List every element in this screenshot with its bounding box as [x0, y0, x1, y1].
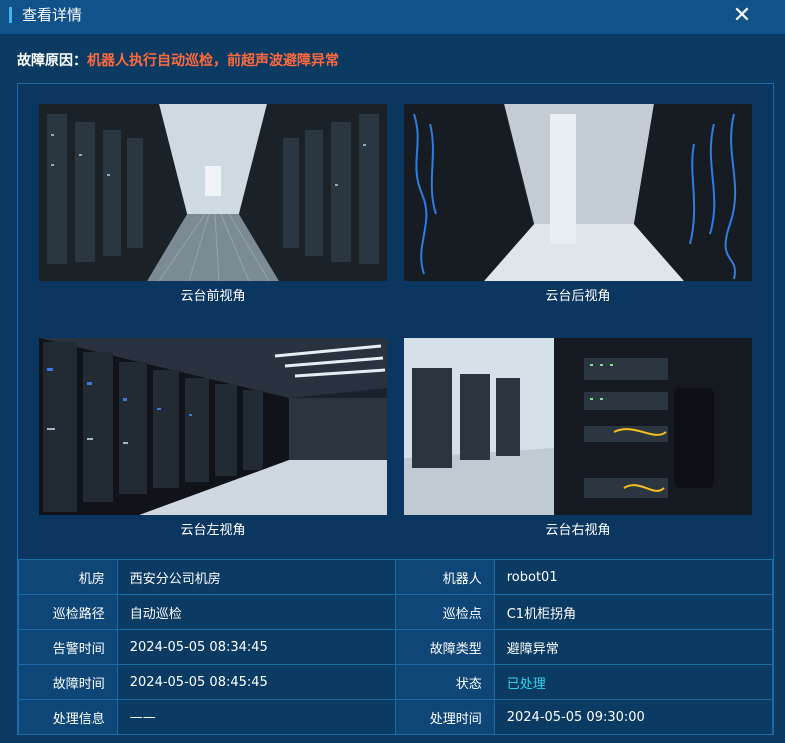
info-table: 机房 西安分公司机房 机器人 robot01 巡检路径 自动巡检 巡检点 C1机… [18, 559, 774, 735]
fault-type-label: 故障类型 [394, 629, 495, 665]
room-label: 机房 [18, 559, 118, 595]
camera-left-caption: 云台左视角 [180, 523, 246, 538]
table-row: 故障时间 2024-05-05 08:45:45 状态 已处理 [18, 664, 774, 700]
camera-right-image[interactable] [404, 338, 752, 515]
fault-time-label: 故障时间 [18, 664, 118, 700]
title-accent-bar [9, 7, 12, 23]
camera-front-caption: 云台前视角 [180, 289, 246, 304]
fault-reason-label: 故障原因： [17, 53, 87, 69]
checkpoint-label: 巡检点 [394, 594, 495, 630]
server-room-front-view [39, 104, 387, 281]
route-label: 巡检路径 [18, 594, 118, 630]
handling-time-label: 处理时间 [394, 699, 495, 735]
detail-panel: 云台前视角 云台后视角 云台左视角 云台右视角 机房 西安分公司机房 机器人 r… [17, 83, 774, 735]
robot-label: 机器人 [394, 559, 495, 595]
room-value: 西安分公司机房 [116, 559, 396, 595]
camera-front-image[interactable] [39, 104, 387, 281]
camera-right-caption: 云台右视角 [545, 523, 611, 538]
status-badge: 已处理 [493, 664, 774, 700]
table-row: 告警时间 2024-05-05 08:34:45 故障类型 避障异常 [18, 629, 774, 665]
route-value: 自动巡检 [116, 594, 396, 630]
alarm-time-value: 2024-05-05 08:34:45 [116, 629, 396, 665]
table-row: 巡检路径 自动巡检 巡检点 C1机柜拐角 [18, 594, 774, 630]
status-label: 状态 [394, 664, 495, 700]
fault-reason-value: 机器人执行自动巡检，前超声波避障异常 [87, 53, 339, 69]
camera-back-caption: 云台后视角 [545, 289, 611, 304]
table-row: 处理信息 —— 处理时间 2024-05-05 09:30:00 [18, 699, 774, 735]
camera-left-image[interactable] [39, 338, 387, 515]
server-room-back-view [404, 104, 752, 281]
fault-type-value: 避障异常 [493, 629, 774, 665]
checkpoint-value: C1机柜拐角 [493, 594, 774, 630]
server-room-left-view [39, 338, 387, 515]
handling-info-label: 处理信息 [18, 699, 118, 735]
dialog-title: 查看详情 [22, 6, 83, 24]
close-icon[interactable]: ✕ [728, 2, 756, 30]
server-room-right-view [404, 338, 752, 515]
fault-reason: 故障原因：机器人执行自动巡检，前超声波避障异常 [17, 50, 339, 72]
camera-back-image[interactable] [404, 104, 752, 281]
dialog-titlebar: 查看详情 ✕ [0, 0, 785, 34]
fault-time-value: 2024-05-05 08:45:45 [116, 664, 396, 700]
handling-time-value: 2024-05-05 09:30:00 [493, 699, 774, 735]
robot-value: robot01 [493, 559, 774, 595]
handling-info-value: —— [116, 699, 396, 735]
alarm-time-label: 告警时间 [18, 629, 118, 665]
table-row: 机房 西安分公司机房 机器人 robot01 [18, 559, 774, 595]
